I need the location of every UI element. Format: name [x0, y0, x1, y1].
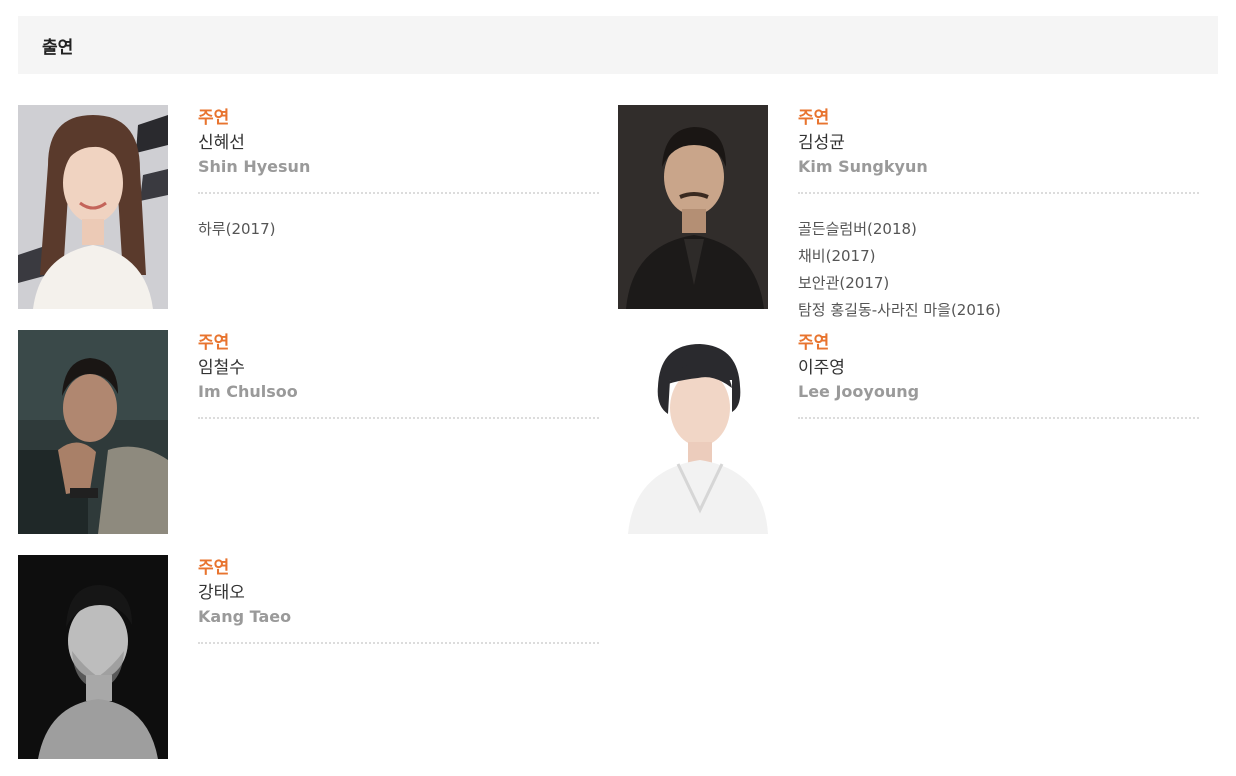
filmography-list: 하루(2017): [198, 216, 599, 243]
actor-photo[interactable]: [18, 555, 168, 759]
actor-name-english[interactable]: Shin Hyesun: [198, 156, 599, 178]
filmography-item[interactable]: 채비(2017): [798, 243, 1199, 270]
actor-name-korean[interactable]: 신혜선: [198, 131, 599, 156]
filmography-item[interactable]: 탐정 홍길동-사라진 마을(2016): [798, 297, 1199, 324]
actor-name-english[interactable]: Lee Jooyoung: [798, 381, 1199, 403]
actor-name-korean[interactable]: 이주영: [798, 356, 1199, 381]
cast-section-header: 출연: [18, 16, 1218, 74]
actor-name-korean[interactable]: 김성균: [798, 131, 1199, 156]
filmography-item[interactable]: 하루(2017): [198, 216, 599, 243]
filmography-list: 골든슬럼버(2018) 채비(2017) 보안관(2017) 탐정 홍길동-사라…: [798, 216, 1199, 324]
role-label: 주연: [798, 333, 830, 353]
actor-name-korean[interactable]: 강태오: [198, 581, 599, 606]
filmography-item[interactable]: 골든슬럼버(2018): [798, 216, 1199, 243]
role-label: 주연: [198, 558, 230, 578]
actor-photo[interactable]: [18, 105, 168, 309]
actor-photo[interactable]: [618, 105, 768, 309]
cast-card: 주연 강태오 Kang Taeo: [18, 555, 618, 770]
actor-name-korean[interactable]: 임철수: [198, 356, 599, 381]
actor-photo[interactable]: [618, 330, 768, 534]
role-label: 주연: [198, 108, 230, 128]
divider: [198, 192, 599, 194]
divider: [798, 192, 1199, 194]
cast-card: 주연 신혜선 Shin Hyesun 하루(2017): [18, 105, 618, 320]
divider: [198, 417, 599, 419]
divider: [798, 417, 1199, 419]
actor-photo[interactable]: [18, 330, 168, 534]
divider: [198, 642, 599, 644]
cast-card: 주연 김성균 Kim Sungkyun 골든슬럼버(2018) 채비(2017)…: [618, 105, 1218, 320]
role-label: 주연: [198, 333, 230, 353]
actor-name-english[interactable]: Kim Sungkyun: [798, 156, 1199, 178]
role-label: 주연: [798, 108, 830, 128]
section-title: 출연: [42, 37, 74, 58]
cast-card: 주연 임철수 Im Chulsoo: [18, 330, 618, 545]
actor-name-english[interactable]: Im Chulsoo: [198, 381, 599, 403]
actor-name-english[interactable]: Kang Taeo: [198, 606, 599, 628]
filmography-item[interactable]: 보안관(2017): [798, 270, 1199, 297]
cast-card: 주연 이주영 Lee Jooyoung: [618, 330, 1218, 545]
